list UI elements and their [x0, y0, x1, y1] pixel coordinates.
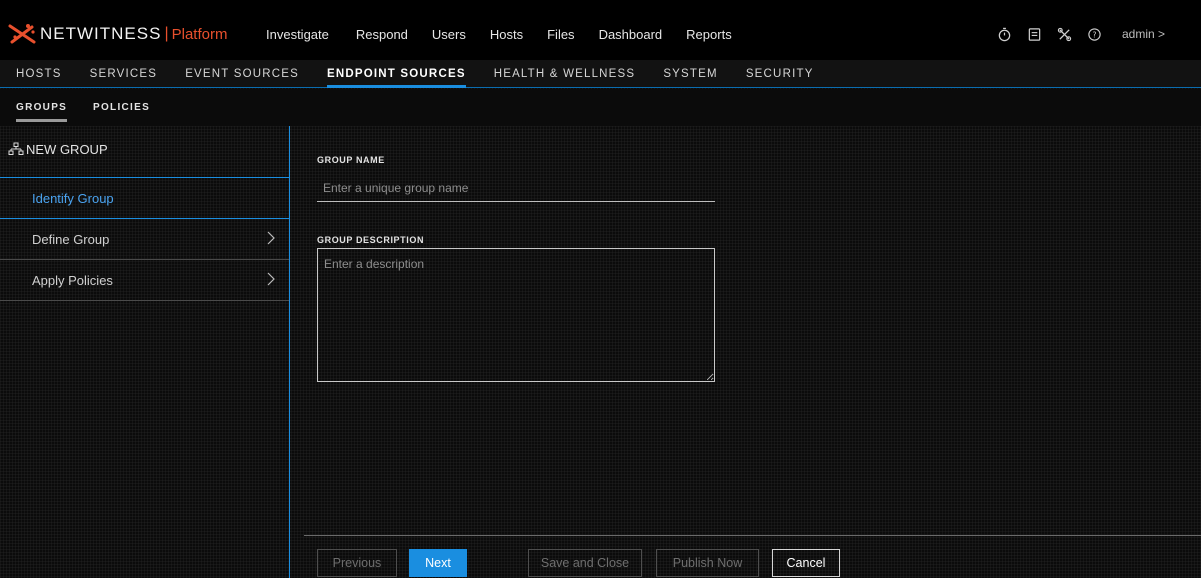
- help-icon[interactable]: ?: [1086, 26, 1102, 42]
- admin-tab-endpoint-sources[interactable]: ENDPOINT SOURCES: [327, 60, 466, 88]
- brand-logo[interactable]: NETWITNESS | Platform: [8, 22, 227, 46]
- tools-icon[interactable]: [1056, 26, 1072, 42]
- chevron-right-icon: [267, 231, 275, 245]
- admin-tab-security[interactable]: SECURITY: [746, 60, 814, 87]
- brand-separator: |: [164, 25, 169, 42]
- cancel-button[interactable]: Cancel: [772, 549, 840, 577]
- footer-divider: [304, 535, 1201, 536]
- step-identify-group[interactable]: Identify Group: [0, 178, 289, 219]
- step-label: Apply Policies: [32, 272, 113, 288]
- next-button[interactable]: Next: [409, 549, 467, 577]
- step-apply-policies[interactable]: Apply Policies: [0, 260, 289, 301]
- user-menu[interactable]: admin >: [1122, 27, 1165, 41]
- wizard-steps-panel: NEW GROUP Identify Group Define Group Ap…: [0, 126, 290, 578]
- group-name-input[interactable]: [317, 174, 715, 202]
- publish-now-button[interactable]: Publish Now: [656, 549, 759, 577]
- nav-reports[interactable]: Reports: [686, 27, 732, 42]
- step-label: Define Group: [32, 231, 110, 247]
- admin-tab-system[interactable]: SYSTEM: [663, 60, 718, 87]
- brand-platform: Platform: [171, 25, 228, 43]
- save-and-close-button[interactable]: Save and Close: [528, 549, 642, 577]
- utility-toolbar: ? admin >: [996, 20, 1165, 48]
- admin-tab-hosts[interactable]: HOSTS: [16, 60, 62, 87]
- svg-text:?: ?: [1092, 30, 1096, 39]
- nav-files[interactable]: Files: [547, 27, 574, 42]
- nav-investigate[interactable]: Investigate: [266, 27, 329, 42]
- top-bar: NETWITNESS | Platform Investigate Respon…: [0, 0, 1201, 60]
- step-define-group[interactable]: Define Group: [0, 219, 289, 260]
- brand-name: NETWITNESS: [40, 24, 162, 43]
- admin-tab-event-sources[interactable]: EVENT SOURCES: [185, 60, 299, 87]
- group-description-textarea[interactable]: [317, 248, 715, 382]
- group-description-label: GROUP DESCRIPTION: [317, 235, 425, 245]
- nav-users[interactable]: Users: [432, 27, 466, 42]
- admin-nav: HOSTS SERVICES EVENT SOURCES ENDPOINT SO…: [0, 60, 1201, 88]
- nav-dashboard[interactable]: Dashboard: [599, 27, 663, 42]
- jobs-icon[interactable]: [1026, 26, 1042, 42]
- group-name-label: GROUP NAME: [317, 155, 385, 165]
- previous-button[interactable]: Previous: [317, 549, 397, 577]
- timer-icon[interactable]: [996, 26, 1012, 42]
- step-label: Identify Group: [32, 190, 114, 206]
- main-nav: Investigate Respond Users Hosts Files Da…: [266, 22, 756, 46]
- admin-tab-services[interactable]: SERVICES: [90, 60, 158, 87]
- tab-policies[interactable]: POLICIES: [93, 102, 150, 113]
- admin-tab-health-wellness[interactable]: HEALTH & WELLNESS: [494, 60, 636, 87]
- nav-hosts[interactable]: Hosts: [490, 27, 523, 42]
- tab-groups[interactable]: GROUPS: [16, 102, 68, 122]
- wizard-header: NEW GROUP: [0, 126, 289, 178]
- nav-respond[interactable]: Respond: [356, 27, 408, 42]
- sub-tabs: GROUPS POLICIES: [0, 89, 1201, 126]
- netwitness-logo-icon: [8, 24, 36, 44]
- chevron-right-icon: [267, 272, 275, 286]
- wizard-title: NEW GROUP: [26, 142, 108, 157]
- group-icon: [8, 142, 24, 155]
